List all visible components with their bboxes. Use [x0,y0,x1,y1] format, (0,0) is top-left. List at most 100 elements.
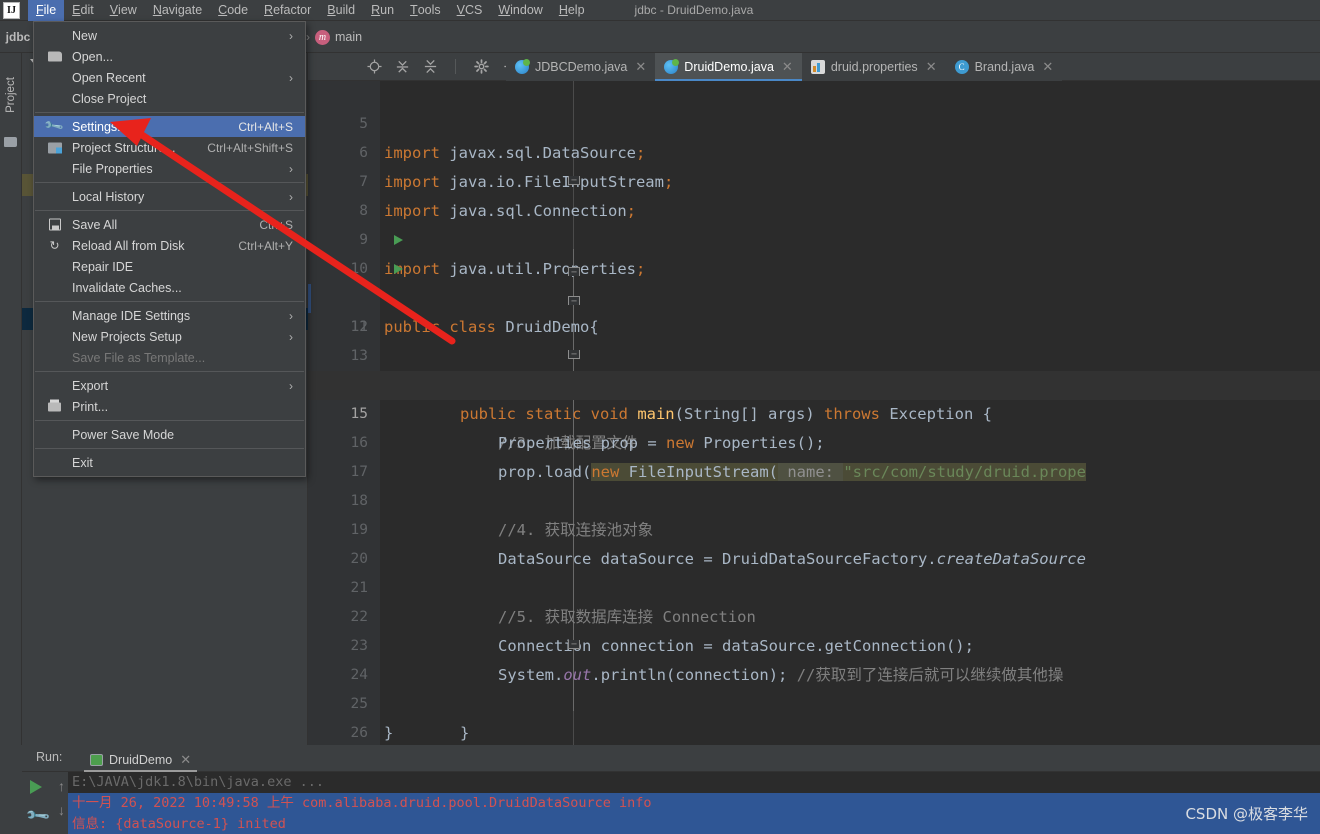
menu-code[interactable]: Code [210,0,256,21]
menu-item-label: Project Structure... [72,140,176,155]
tab-label: JDBCDemo.java [535,60,628,74]
menu-item-exit[interactable]: Exit [34,452,305,473]
navbar-project-name: jdbc [5,29,31,44]
idea-window: IJ File Edit View Navigate Code Refactor… [0,0,1320,834]
java-class-icon: C [954,60,969,74]
menu-vcs[interactable]: V CS [449,0,491,21]
code-line[interactable]: 12 − //1.导入jar包 [308,284,1320,394]
file-menu-dropdown[interactable]: New › Open... Open Recent › Close Projec… [33,21,306,477]
code-line[interactable]: 14 − //3. 加载配置文件 [308,342,1320,453]
menu-view[interactable]: View [102,0,145,21]
arrow-up-icon[interactable]: ↑ [58,778,65,794]
close-icon[interactable]: ✕ [1042,59,1053,75]
arrow-down-icon[interactable]: ↓ [58,802,65,818]
code-line[interactable]: 21 //5. 获取数据库连接 Connection [308,545,1320,626]
menu-item-new[interactable]: New › [34,25,305,46]
close-icon[interactable]: ✕ [180,752,191,768]
close-icon[interactable]: ✕ [635,59,646,75]
code-line[interactable]: 27 [308,719,1320,745]
tab-druidproperties[interactable]: druid.properties ✕ [801,53,946,81]
code-line[interactable]: 17 [308,429,1320,480]
wrench-icon[interactable]: 🔧 [24,802,52,830]
menu-item-save-all[interactable]: Save All Ctrl+S [34,214,305,235]
code-line[interactable]: 7 import java.sql.Connection; [308,139,1320,220]
code-line[interactable]: 11 − public static void main(String[] ar… [308,255,1320,423]
code-line[interactable]: 19 DataSource dataSource = DruidDataSour… [308,487,1320,568]
code-line[interactable]: 13 //2.定义配置文件 [308,313,1320,394]
code-line[interactable]: 25 } [308,661,1320,742]
locate-icon[interactable] [366,59,382,75]
code-editor[interactable]: 5 import javax.sql.DataSource; 6 import … [308,81,1320,745]
tool-window-button-project[interactable]: Project [5,64,17,126]
menu-item-file-properties[interactable]: File Properties › [34,158,305,179]
run-tab-bar: Run: DruidDemo ✕ [22,745,1320,772]
tab-jdbcdemo[interactable]: JDBCDemo.java ✕ [506,53,656,81]
gear-icon[interactable] [473,59,489,75]
menu-item-save-file-as-template: Save File as Template... [34,347,305,368]
menu-item-local-history[interactable]: Local History › [34,186,305,207]
code-line[interactable]: 6 import java.io.FileInputStream; [308,110,1320,191]
folder-open-icon [47,49,62,64]
console-output[interactable]: E:\JAVA\jdk1.8\bin\java.exe ... 十一月 26, … [68,772,1320,834]
menu-item-reload-all-from-disk[interactable]: ↻ Reload All from Disk Ctrl+Alt+Y [34,235,305,256]
menu-item-label: Invalidate Caches... [72,280,182,295]
code-line[interactable]: 15 Properties prop = new Properties(); [308,371,1320,452]
run-gutter-icon[interactable] [394,264,403,274]
menu-item-settings[interactable]: 🔧 Settings... Ctrl+Alt+S [34,115,305,137]
menu-item-open-recent[interactable]: Open Recent › [34,67,305,88]
menu-window[interactable]: Window [490,0,550,21]
menu-item-label: Settings... [72,119,128,134]
menu-item-print[interactable]: Print... [34,396,305,417]
fold-collapse-icon[interactable]: − [568,176,580,186]
collapse-all-icon[interactable] [422,59,438,75]
menu-run[interactable]: Run [363,0,402,21]
code-line[interactable]: 9 [308,197,1320,248]
code-line[interactable]: 18 //4. 获取连接池对象 [308,458,1320,539]
code-line[interactable]: 16 prop.load(new FileInputStream( name: … [308,400,1320,481]
fold-collapse-icon[interactable]: − [568,350,580,360]
code-line[interactable]: 5 import javax.sql.DataSource; [308,81,1320,162]
menu-item-manage-ide-settings[interactable]: Manage IDE Settings › [34,305,305,326]
breadcrumb: › m main [306,21,362,53]
menu-file[interactable]: File [28,0,65,21]
menu-help[interactable]: Help [551,0,593,21]
tab-brand[interactable]: C Brand.java ✕ [945,53,1063,81]
code-line[interactable]: 22 Connection connection = dataSource.ge… [308,574,1320,655]
menu-item-power-save-mode[interactable]: Power Save Mode [34,424,305,445]
menu-item-label: New Projects Setup [72,329,182,344]
code-line[interactable]: 10 public class DruidDemo{ [308,226,1320,336]
menu-navigate[interactable]: Navigate [145,0,210,21]
menu-tools[interactable]: Tools [402,0,449,21]
expand-all-icon[interactable] [394,59,410,75]
menu-item-repair-ide[interactable]: Repair IDE [34,256,305,277]
menu-item-project-structure[interactable]: Project Structure... Ctrl+Alt+Shift+S [34,137,305,158]
toolbar-divider [455,59,456,74]
close-icon[interactable]: ✕ [926,59,937,75]
menu-refactor[interactable]: Refactor [256,0,319,21]
breadcrumb-main-label[interactable]: main [335,30,362,44]
menu-item-label: Open... [72,49,113,64]
menu-item-export[interactable]: Export › [34,375,305,396]
code-line[interactable]: 26 [308,690,1320,741]
code-line[interactable]: 23 System.out.println(connection); //获取到… [308,603,1320,684]
menu-item-invalidate-caches[interactable]: Invalidate Caches... [34,277,305,298]
code-lines: 5 import javax.sql.DataSource; 6 import … [308,81,1320,745]
menu-edit[interactable]: Edit [64,0,102,21]
menu-item-open[interactable]: Open... [34,46,305,67]
menu-build[interactable]: Build [319,0,363,21]
code-line[interactable]: 24 − } [308,632,1320,742]
intellij-logo-icon: IJ [3,1,20,19]
fold-collapse-icon[interactable]: − [568,640,580,650]
rerun-icon[interactable] [30,780,42,794]
tab-druiddemo[interactable]: DruidDemo.java ✕ [655,53,802,81]
menu-item-label: Save All [72,217,118,232]
menu-item-new-projects-setup[interactable]: New Projects Setup › [34,326,305,347]
run-gutter-icon[interactable] [394,235,403,245]
close-icon[interactable]: ✕ [782,59,793,75]
menu-item-close-project[interactable]: Close Project [34,88,305,109]
run-tab-druiddemo[interactable]: DruidDemo ✕ [84,747,198,772]
code-line[interactable]: 20 [308,516,1320,567]
fold-collapse-icon[interactable]: − [568,296,580,307]
fold-collapse-icon[interactable]: − [568,267,580,278]
code-line[interactable]: 8 − import java.util.Properties; [308,168,1320,279]
